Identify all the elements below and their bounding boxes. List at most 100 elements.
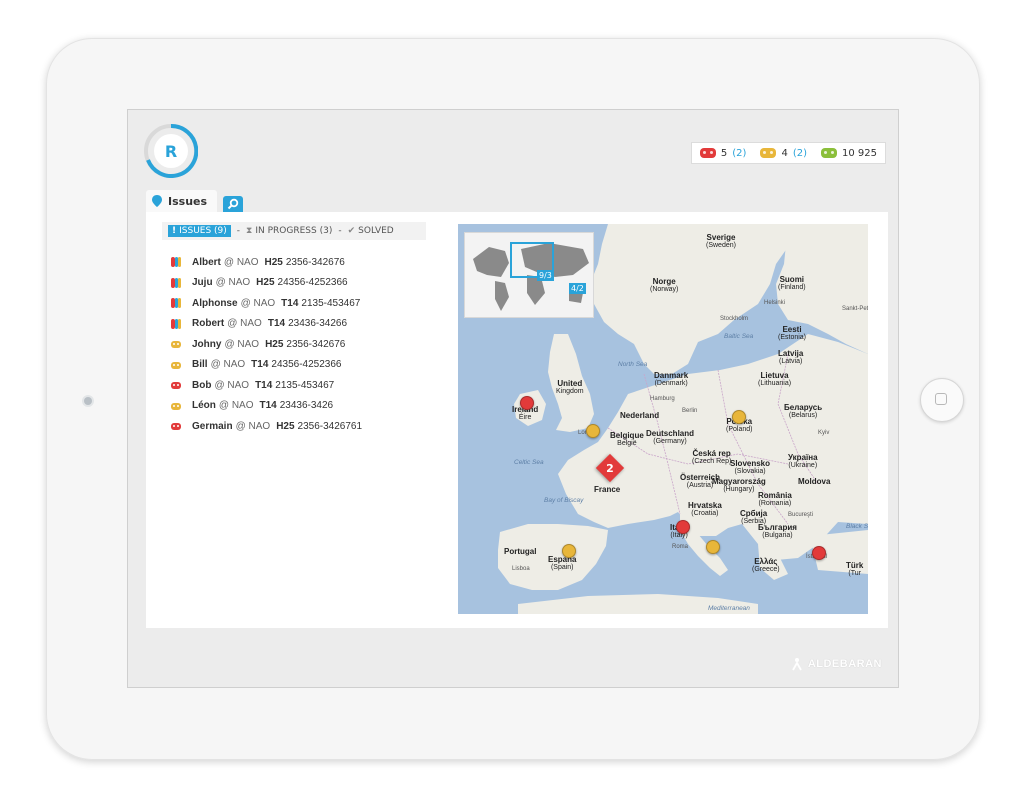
map-sea-label: Bay of Biscay (544, 497, 584, 504)
issue-row[interactable]: Alphonse @ NAO T14 2135-453467 (170, 293, 362, 314)
issue-at: @ NAO (218, 400, 254, 412)
country-subname: Kingdom (556, 388, 584, 396)
brand-name: ALDEBARAN (807, 658, 882, 670)
stat-value: 4 (781, 147, 788, 159)
map-country-label: Sverige (Sweden) (706, 233, 736, 250)
map-country-label: Україна (Ukraine) (788, 453, 818, 470)
stat-paren: (2) (732, 147, 747, 159)
stat-green[interactable]: 10 925 (821, 148, 877, 159)
country-subname: (Slovakia) (734, 468, 766, 476)
filter-separator: - (236, 226, 241, 236)
country-subname: (Latvia) (779, 358, 803, 366)
issue-code: 23436-34266 (288, 318, 348, 330)
map-marker-yellow[interactable] (562, 544, 576, 558)
map-country-label: Ελλάς (Greece) (752, 557, 780, 574)
minimap-badge-2: 4/2 (569, 283, 586, 294)
map-marker-red[interactable] (676, 520, 690, 534)
issue-robot: T14 (281, 297, 299, 309)
issue-row[interactable]: Albert @ NAO H25 2356-342676 (170, 252, 362, 273)
country-subname: (Croatia) (691, 510, 719, 518)
stat-value: 10 925 (842, 147, 877, 159)
minimap-badge-1: 9/3 (537, 270, 554, 281)
home-button[interactable] (920, 378, 964, 422)
issue-at: @ NAO (224, 338, 260, 350)
issue-row[interactable]: Juju @ NAO H25 24356-4252366 (170, 273, 362, 294)
map-country-label: Slovensko (Slovakia) (730, 459, 771, 476)
issue-row[interactable]: Bill @ NAO T14 24356-4252366 (170, 355, 362, 376)
country-subname: Éire (518, 414, 532, 422)
map-country-label: България (Bulgaria) (758, 523, 797, 540)
app-logo-icon[interactable]: R (144, 124, 198, 178)
issue-code: 2356-342676 (285, 256, 345, 268)
filter-separator: - (338, 226, 342, 236)
country-subname: (Greece) (752, 566, 780, 574)
issue-code: 2356-342676 (286, 338, 346, 350)
robot-status-summary: 5 (2) 4 (2) 10 925 (690, 142, 886, 164)
issue-row[interactable]: Léon @ NAO T14 23436-3426 (170, 396, 362, 417)
country-subname: (Bulgaria) (762, 532, 793, 540)
map-country-label: Norge (Norway) (650, 277, 678, 294)
map-country-label: Lietuva (Lithuania) (758, 371, 791, 388)
issue-at: @ NAO (223, 256, 259, 268)
stat-yellow[interactable]: 4 (2) (760, 148, 807, 159)
issue-row[interactable]: Johny @ NAO H25 2356-342676 (170, 334, 362, 355)
issue-at: @ NAO (210, 359, 246, 371)
tab-bar: Issues (146, 190, 244, 212)
europe-map[interactable]: 9/3 4/2 Sverige (Sweden) Norge (Norway) Suom… (458, 224, 868, 614)
map-city-label: Roma (672, 544, 689, 550)
map-country-label: Česká rep (Czech Rep) (692, 449, 731, 466)
issue-robot: H25 (265, 338, 284, 350)
green-robot-icon (821, 148, 837, 158)
country-name: България (758, 523, 797, 532)
filter-issues[interactable]: ! ISSUES (9) (168, 225, 231, 237)
issue-row[interactable]: Bob @ NAO T14 2135-453467 (170, 375, 362, 396)
map-city-label: Kyiv (818, 430, 830, 436)
issue-row[interactable]: Germain @ NAO H25 2356-3426761 (170, 416, 362, 437)
issue-row[interactable]: Robert @ NAO T14 23436-34266 (170, 314, 362, 335)
map-country-label: France (594, 485, 620, 494)
tab-issues[interactable]: Issues (146, 190, 218, 212)
country-name: Беларусь (784, 403, 823, 412)
country-name: Danmark (654, 371, 689, 380)
tab-search[interactable] (223, 196, 244, 212)
stat-red[interactable]: 5 (2) (699, 147, 747, 159)
country-name: Slovensko (730, 459, 771, 468)
map-sea-label: Black Se (846, 523, 868, 530)
footer: ALDEBARAN (128, 627, 898, 687)
map-country-label: Belgique België (610, 431, 644, 448)
issue-robot: H25 (256, 277, 275, 289)
map-sea-label: North Sea (618, 361, 648, 368)
issue-list: Albert @ NAO H25 2356-342676 Juju @ NAO H25 243… (170, 252, 362, 437)
yellow-robot-icon (760, 148, 777, 158)
country-subname: (Hungary) (723, 486, 755, 494)
map-marker-red[interactable] (520, 396, 534, 410)
map-marker-yellow[interactable] (732, 410, 746, 424)
robot-status-icon (170, 359, 182, 371)
issue-code: 23436-3426 (279, 400, 334, 412)
brand-logo: ALDEBARAN (790, 657, 882, 671)
country-name: Deutschland (646, 429, 695, 438)
issue-robot: T14 (259, 400, 277, 412)
country-subname: (Romania) (758, 500, 792, 508)
issue-user: Albert (192, 256, 221, 268)
overview-minimap[interactable]: 9/3 4/2 (464, 232, 594, 318)
country-subname: België (617, 440, 637, 448)
issue-code: 2135-453467 (275, 379, 335, 391)
pin-icon (152, 195, 162, 207)
issue-robot: H25 (276, 420, 295, 432)
country-name: Suomi (779, 275, 805, 284)
map-marker-yellow[interactable] (586, 424, 600, 438)
country-name: Belgique (610, 431, 644, 440)
map-country-label: Hrvatska (Croatia) (688, 501, 722, 518)
issue-code: 24356-4252366 (277, 277, 348, 289)
issue-user: Léon (192, 400, 216, 412)
country-name: Norge (652, 277, 676, 286)
issue-code: 2135-453467 (301, 297, 361, 309)
map-marker-yellow[interactable] (706, 540, 720, 554)
filter-solved[interactable]: ✔ SOLVED (348, 226, 394, 236)
map-cluster-marker[interactable]: 2 (595, 453, 625, 483)
robot-status-icon (170, 297, 182, 309)
robot-status-icon (170, 256, 182, 268)
map-marker-red[interactable] (812, 546, 826, 560)
filter-in-progress[interactable]: ⧗ IN PROGRESS (3) (246, 226, 332, 236)
